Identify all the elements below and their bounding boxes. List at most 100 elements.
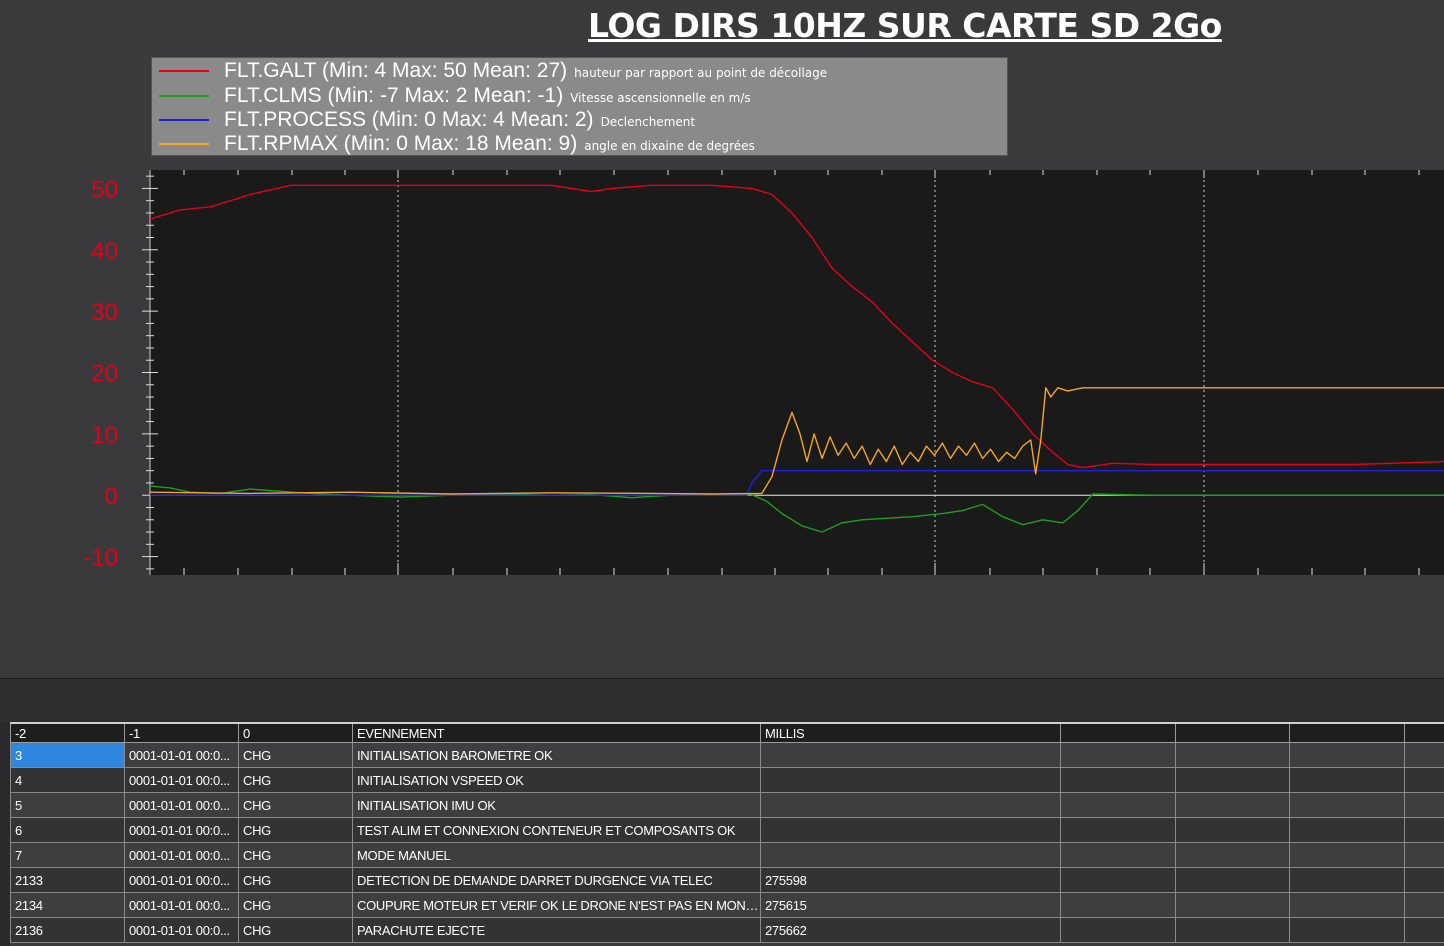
table-cell[interactable]	[760, 792, 1061, 818]
table-cell[interactable]: INITIALISATION VSPEED OK	[352, 767, 761, 793]
column-header[interactable]: -1	[124, 722, 239, 743]
column-header[interactable]	[1060, 722, 1176, 743]
table-cell[interactable]: CHG	[238, 742, 353, 768]
table-cell[interactable]: 2133	[10, 867, 125, 893]
table-cell[interactable]	[1404, 767, 1444, 793]
table-cell[interactable]: CHG	[238, 867, 353, 893]
table-cell[interactable]	[1060, 767, 1176, 793]
table-cell[interactable]: 2134	[10, 892, 125, 918]
table-cell[interactable]	[1404, 817, 1444, 843]
table-cell[interactable]	[760, 742, 1061, 768]
y-tick-label: 50	[91, 176, 118, 203]
table-cell[interactable]: 6	[10, 817, 125, 843]
table-cell[interactable]	[1404, 842, 1444, 868]
plot-area[interactable]	[150, 170, 1444, 575]
table-cell[interactable]: CHG	[238, 767, 353, 793]
table-cell[interactable]: INITIALISATION IMU OK	[352, 792, 761, 818]
column-header[interactable]	[1175, 722, 1290, 743]
table-cell[interactable]: 0001-01-01 00:0...	[124, 892, 239, 918]
table-cell[interactable]: CHG	[238, 842, 353, 868]
column-header[interactable]: 0	[238, 722, 353, 743]
table-cell[interactable]: MODE MANUEL	[352, 842, 761, 868]
table-cell[interactable]: PARACHUTE EJECTE	[352, 917, 761, 943]
table-cell[interactable]	[1175, 842, 1290, 868]
table-cell-selected[interactable]: 3	[10, 742, 125, 768]
table-cell[interactable]: TEST ALIM ET CONNEXION CONTENEUR ET COMP…	[352, 817, 761, 843]
table-cell[interactable]	[760, 842, 1061, 868]
table-cell[interactable]	[1289, 842, 1405, 868]
table-cell[interactable]	[1404, 892, 1444, 918]
table-cell[interactable]	[1289, 917, 1405, 943]
column-header[interactable]: -2	[10, 722, 125, 743]
table-cell[interactable]	[1060, 842, 1176, 868]
table-cell[interactable]: CHG	[238, 917, 353, 943]
table-row[interactable]: 3 0001-01-01 00:0... CHG INITIALISATION …	[10, 742, 1444, 768]
legend-swatch-process	[159, 119, 209, 121]
table-cell[interactable]: 0001-01-01 00:0...	[124, 817, 239, 843]
table-row[interactable]: 6 0001-01-01 00:0... CHG TEST ALIM ET CO…	[10, 817, 1444, 843]
legend-entry-galt: FLT.GALT (Min: 4 Max: 50 Mean: 27) hauteu…	[152, 59, 1007, 84]
table-row[interactable]: 2134 0001-01-01 00:0... CHG COUPURE MOTE…	[10, 892, 1444, 918]
table-row[interactable]: 2136 0001-01-01 00:0... CHG PARACHUTE EJ…	[10, 917, 1444, 943]
y-tick-label: 10	[91, 422, 118, 449]
table-cell[interactable]	[1060, 792, 1176, 818]
table-cell[interactable]: 0001-01-01 00:0...	[124, 767, 239, 793]
table-row[interactable]: 4 0001-01-01 00:0... CHG INITIALISATION …	[10, 767, 1444, 793]
legend-label-galt: FLT.GALT (Min: 4 Max: 50 Mean: 27) hauteu…	[224, 59, 828, 82]
table-cell[interactable]	[1175, 867, 1290, 893]
table-cell[interactable]: 4	[10, 767, 125, 793]
column-header[interactable]: MILLIS	[760, 722, 1061, 743]
table-cell[interactable]	[760, 817, 1061, 843]
table-cell[interactable]: CHG	[238, 792, 353, 818]
table-cell[interactable]	[1289, 767, 1405, 793]
table-cell[interactable]	[1175, 817, 1290, 843]
table-cell[interactable]: 0001-01-01 00:0...	[124, 917, 239, 943]
column-header[interactable]	[1404, 722, 1444, 743]
table-cell[interactable]	[1175, 792, 1290, 818]
table-cell[interactable]: 0001-01-01 00:0...	[124, 792, 239, 818]
table-cell[interactable]	[1175, 767, 1290, 793]
table-cell[interactable]: 275598	[760, 867, 1061, 893]
table-cell[interactable]	[1060, 917, 1176, 943]
table-cell[interactable]: COUPURE MOTEUR ET VERIF OK LE DRONE N'ES…	[352, 892, 761, 918]
table-cell[interactable]	[1289, 892, 1405, 918]
panel-splitter[interactable]	[0, 678, 1444, 723]
table-cell[interactable]: 275662	[760, 917, 1061, 943]
y-tick-label: 0	[105, 483, 118, 510]
table-cell[interactable]	[1060, 817, 1176, 843]
table-cell[interactable]	[1404, 792, 1444, 818]
table-cell[interactable]	[1289, 817, 1405, 843]
table-cell[interactable]	[1404, 917, 1444, 943]
table-cell[interactable]	[1175, 892, 1290, 918]
table-cell[interactable]: DETECTION DE DEMANDE DARRET DURGENCE VIA…	[352, 867, 761, 893]
table-cell[interactable]	[1060, 742, 1176, 768]
table-cell[interactable]: 275615	[760, 892, 1061, 918]
table-cell[interactable]	[1404, 867, 1444, 893]
table-cell[interactable]	[1060, 867, 1176, 893]
table-cell[interactable]: 5	[10, 792, 125, 818]
table-cell[interactable]	[1289, 867, 1405, 893]
line-chart[interactable]: 50 40 30 20 10 0 -10	[0, 160, 1444, 580]
table-cell[interactable]: 0001-01-01 00:0...	[124, 867, 239, 893]
table-row[interactable]: 2133 0001-01-01 00:0... CHG DETECTION DE…	[10, 867, 1444, 893]
table-cell[interactable]	[1175, 742, 1290, 768]
table-cell[interactable]: 0001-01-01 00:0...	[124, 842, 239, 868]
table-cell[interactable]: 0001-01-01 00:0...	[124, 742, 239, 768]
legend-swatch-clms	[159, 95, 209, 97]
table-cell[interactable]	[1175, 917, 1290, 943]
table-cell[interactable]: 2136	[10, 917, 125, 943]
table-cell[interactable]: CHG	[238, 817, 353, 843]
chart-legend: FLT.GALT (Min: 4 Max: 50 Mean: 27) hauteu…	[151, 57, 1008, 156]
table-cell[interactable]: CHG	[238, 892, 353, 918]
table-cell[interactable]	[1404, 742, 1444, 768]
table-cell[interactable]: INITIALISATION BAROMETRE OK	[352, 742, 761, 768]
column-header[interactable]	[1289, 722, 1405, 743]
table-cell[interactable]: 7	[10, 842, 125, 868]
table-row[interactable]: 5 0001-01-01 00:0... CHG INITIALISATION …	[10, 792, 1444, 818]
table-cell[interactable]	[1289, 792, 1405, 818]
table-cell[interactable]	[760, 767, 1061, 793]
table-cell[interactable]	[1060, 892, 1176, 918]
table-cell[interactable]	[1289, 742, 1405, 768]
table-row[interactable]: 7 0001-01-01 00:0... CHG MODE MANUEL	[10, 842, 1444, 868]
column-header[interactable]: EVENNEMENT	[352, 722, 761, 743]
